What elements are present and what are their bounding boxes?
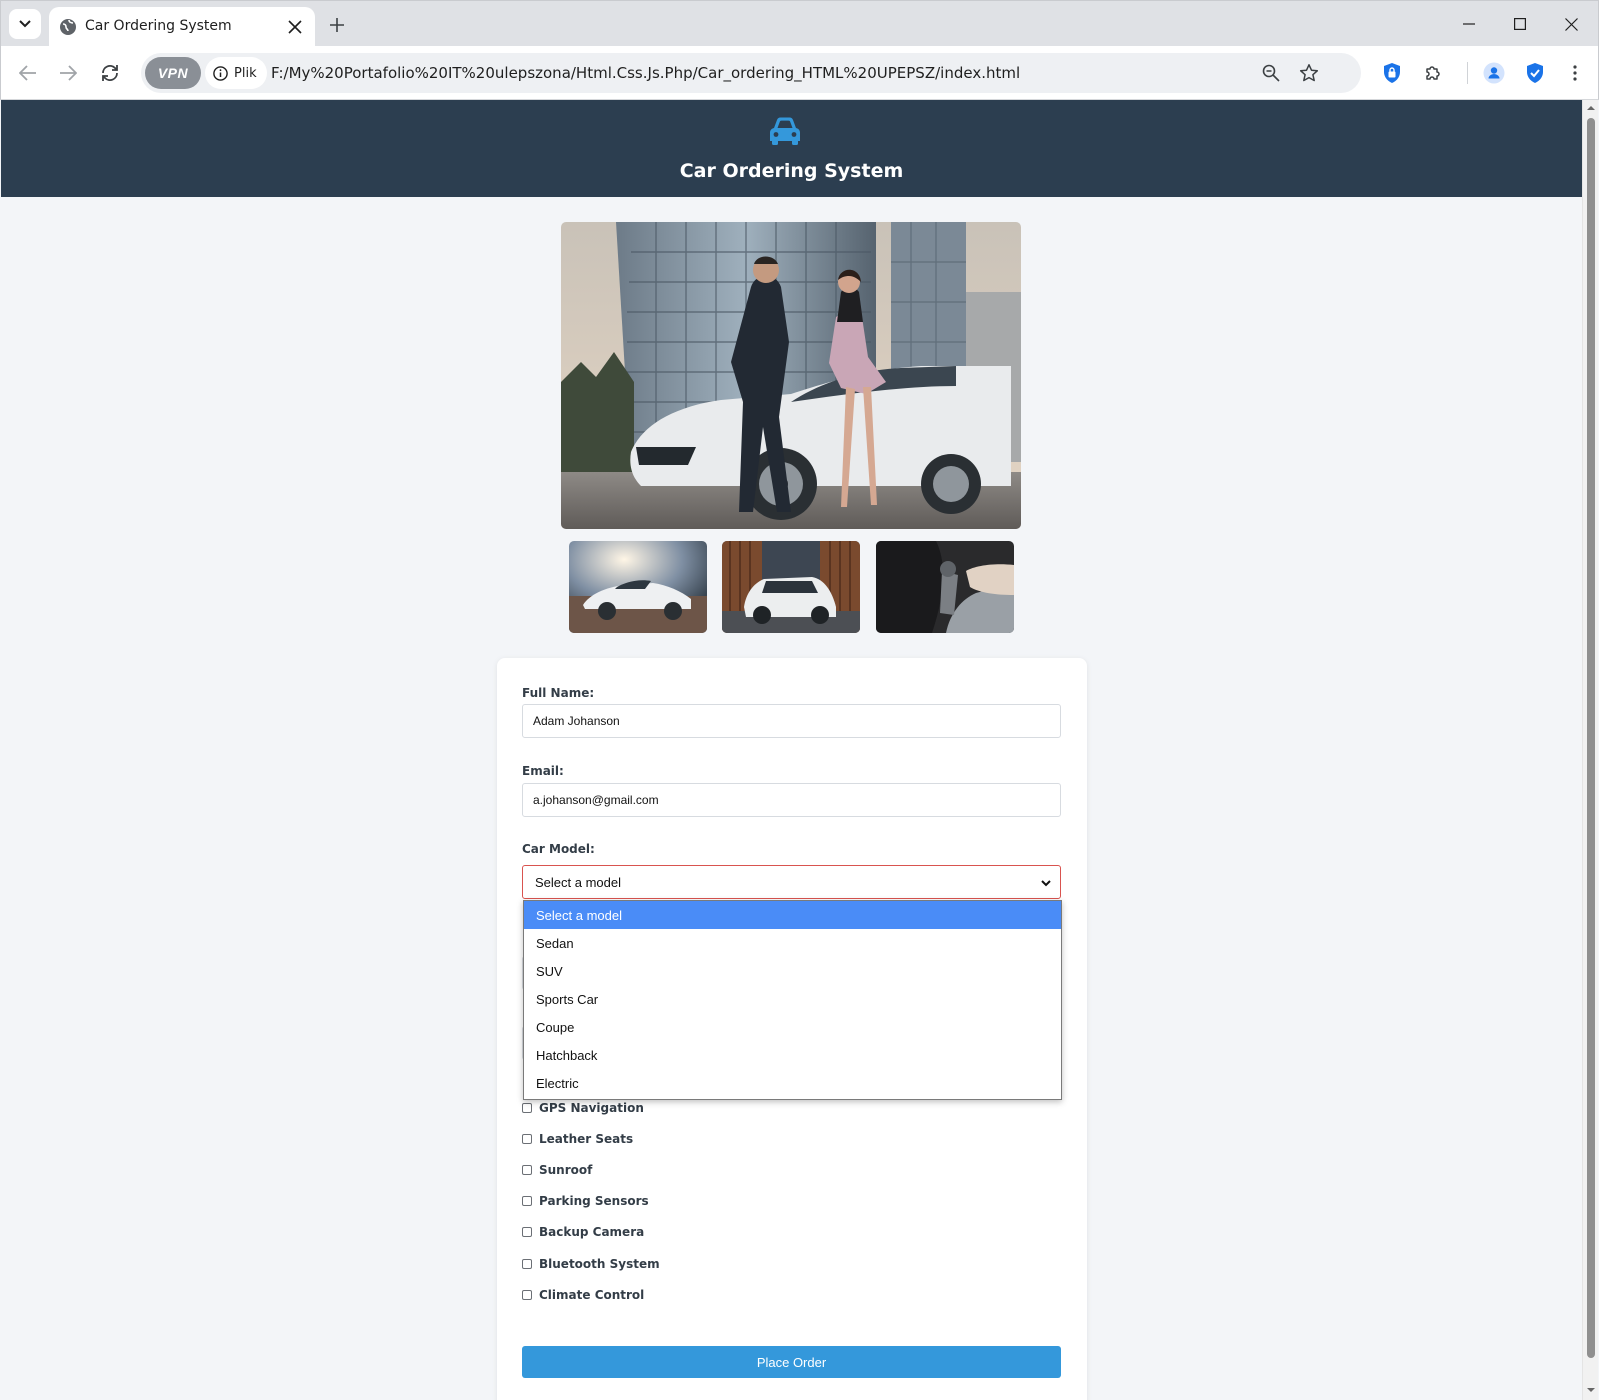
- feature-checkbox[interactable]: [522, 1165, 532, 1175]
- toolbar-divider: [1467, 62, 1468, 84]
- scroll-down-arrow-icon[interactable]: [1586, 1385, 1596, 1395]
- page-scrollbar[interactable]: [1582, 100, 1598, 1400]
- feature-checkbox[interactable]: [522, 1134, 532, 1144]
- feature-label: Backup Camera: [539, 1225, 645, 1239]
- car-model-selected-value: Select a model: [535, 874, 621, 890]
- gear-shift-photo-illustration: [876, 541, 1014, 633]
- feature-option[interactable]: Climate Control: [522, 1288, 644, 1302]
- shield-lock-icon: [1384, 63, 1400, 83]
- extension-password-manager[interactable]: [1377, 58, 1407, 88]
- plus-icon: [330, 18, 344, 32]
- feature-label: Climate Control: [539, 1288, 645, 1302]
- extensions-button[interactable]: [1418, 58, 1448, 88]
- email-input[interactable]: a.johanson@gmail.com: [522, 783, 1061, 817]
- thumbnail-sports-car[interactable]: [569, 541, 707, 633]
- scroll-up-arrow-icon[interactable]: [1586, 103, 1596, 113]
- car-model-option[interactable]: Sports Car: [524, 985, 1061, 1013]
- chevron-down-icon: [19, 20, 31, 28]
- star-icon: [1299, 64, 1319, 82]
- arrow-right-icon: [60, 65, 77, 81]
- more-vertical-icon: [1573, 65, 1577, 81]
- tab-search-button[interactable]: [9, 9, 41, 39]
- zoom-out-icon: [1262, 64, 1280, 82]
- sports-car-photo-illustration: [569, 541, 707, 633]
- browser-menu-button[interactable]: [1560, 58, 1590, 88]
- full-name-label: Full Name:: [522, 686, 595, 700]
- feature-option[interactable]: Bluetooth System: [522, 1257, 660, 1271]
- thumbnail-gear-shift[interactable]: [876, 541, 1014, 633]
- vpn-label: VPN: [157, 65, 189, 81]
- couple-with-car-illustration: [561, 222, 1021, 529]
- car-model-option[interactable]: Electric: [524, 1069, 1061, 1097]
- minimize-icon: [1463, 23, 1475, 25]
- forward-button[interactable]: [53, 58, 83, 88]
- feature-option[interactable]: Parking Sensors: [522, 1194, 649, 1208]
- reload-icon: [102, 65, 118, 81]
- tab-title: Car Ordering System: [85, 18, 232, 34]
- site-info-chip[interactable]: Plik: [205, 57, 267, 89]
- tab-close-button[interactable]: [283, 15, 307, 39]
- close-icon: [1564, 17, 1578, 31]
- extension-security[interactable]: [1520, 58, 1550, 88]
- site-header: Car Ordering System: [1, 100, 1582, 197]
- puzzle-icon: [1426, 66, 1440, 80]
- car-model-option[interactable]: SUV: [524, 957, 1061, 985]
- zoom-button[interactable]: [1257, 59, 1285, 87]
- browser-toolbar: VPN Plik F:/My%20Portafolio%20IT%20uleps…: [0, 46, 1599, 100]
- page-viewport: Car Ordering System Full Name: Adam Joha…: [1, 100, 1582, 1400]
- feature-option[interactable]: Sunroof: [522, 1163, 592, 1177]
- browser-tab-bar: Car Ordering System: [0, 0, 1599, 47]
- place-order-button[interactable]: Place Order: [522, 1346, 1061, 1378]
- shield-check-icon: [1527, 63, 1543, 83]
- car-model-option[interactable]: Hatchback: [524, 1041, 1061, 1069]
- address-bar[interactable]: VPN Plik F:/My%20Portafolio%20IT%20uleps…: [141, 53, 1361, 93]
- url-text[interactable]: F:/My%20Portafolio%20IT%20ulepszona/Html…: [271, 64, 1020, 82]
- close-window-button[interactable]: [1547, 7, 1595, 41]
- feature-option[interactable]: Backup Camera: [522, 1225, 644, 1239]
- arrow-left-icon: [19, 65, 36, 81]
- avatar-icon: [1483, 62, 1505, 84]
- bookmark-button[interactable]: [1295, 59, 1323, 87]
- feature-checkbox[interactable]: [522, 1227, 532, 1237]
- maximize-button[interactable]: [1496, 7, 1544, 41]
- car-icon: [770, 117, 800, 145]
- vpn-button[interactable]: VPN: [145, 57, 201, 89]
- suv-photo-illustration: [722, 541, 860, 633]
- car-model-select[interactable]: Select a model: [522, 865, 1061, 899]
- thumbnail-suv[interactable]: [722, 541, 860, 633]
- info-icon: [213, 65, 228, 81]
- chevron-down-icon: [1041, 880, 1051, 887]
- feature-label: Leather Seats: [539, 1132, 634, 1146]
- email-label: Email:: [522, 764, 564, 778]
- feature-label: Sunroof: [539, 1163, 593, 1177]
- feature-label: Parking Sensors: [539, 1194, 649, 1208]
- car-model-dropdown[interactable]: Select a model Sedan SUV Sports Car Coupe Hat…: [523, 900, 1062, 1100]
- profile-button[interactable]: [1479, 58, 1509, 88]
- close-icon: [288, 20, 302, 34]
- feature-checkbox[interactable]: [522, 1196, 532, 1206]
- minimize-button[interactable]: [1445, 7, 1493, 41]
- feature-checkbox[interactable]: [522, 1259, 532, 1269]
- hero-image: [561, 222, 1021, 529]
- scrollbar-thumb[interactable]: [1587, 118, 1595, 1358]
- feature-label: Bluetooth System: [539, 1257, 660, 1271]
- full-name-input[interactable]: Adam Johanson: [522, 704, 1061, 738]
- feature-checkbox[interactable]: [522, 1290, 532, 1300]
- new-tab-button[interactable]: [323, 11, 351, 39]
- car-model-option[interactable]: Sedan: [524, 929, 1061, 957]
- car-model-label: Car Model:: [522, 842, 595, 856]
- car-model-option[interactable]: Select a model: [524, 901, 1061, 929]
- feature-checkbox[interactable]: [522, 1103, 532, 1113]
- browser-tab[interactable]: Car Ordering System: [49, 7, 315, 47]
- feature-option[interactable]: GPS Navigation: [522, 1101, 644, 1115]
- car-model-option[interactable]: Coupe: [524, 1013, 1061, 1041]
- feature-label: GPS Navigation: [539, 1101, 644, 1115]
- reload-button[interactable]: [95, 58, 125, 88]
- page-title: Car Ordering System: [679, 160, 904, 182]
- globe-icon: [60, 19, 76, 35]
- back-button[interactable]: [13, 58, 43, 88]
- feature-option[interactable]: Leather Seats: [522, 1132, 633, 1146]
- site-chip-label: Plik: [234, 65, 257, 81]
- maximize-icon: [1514, 18, 1526, 30]
